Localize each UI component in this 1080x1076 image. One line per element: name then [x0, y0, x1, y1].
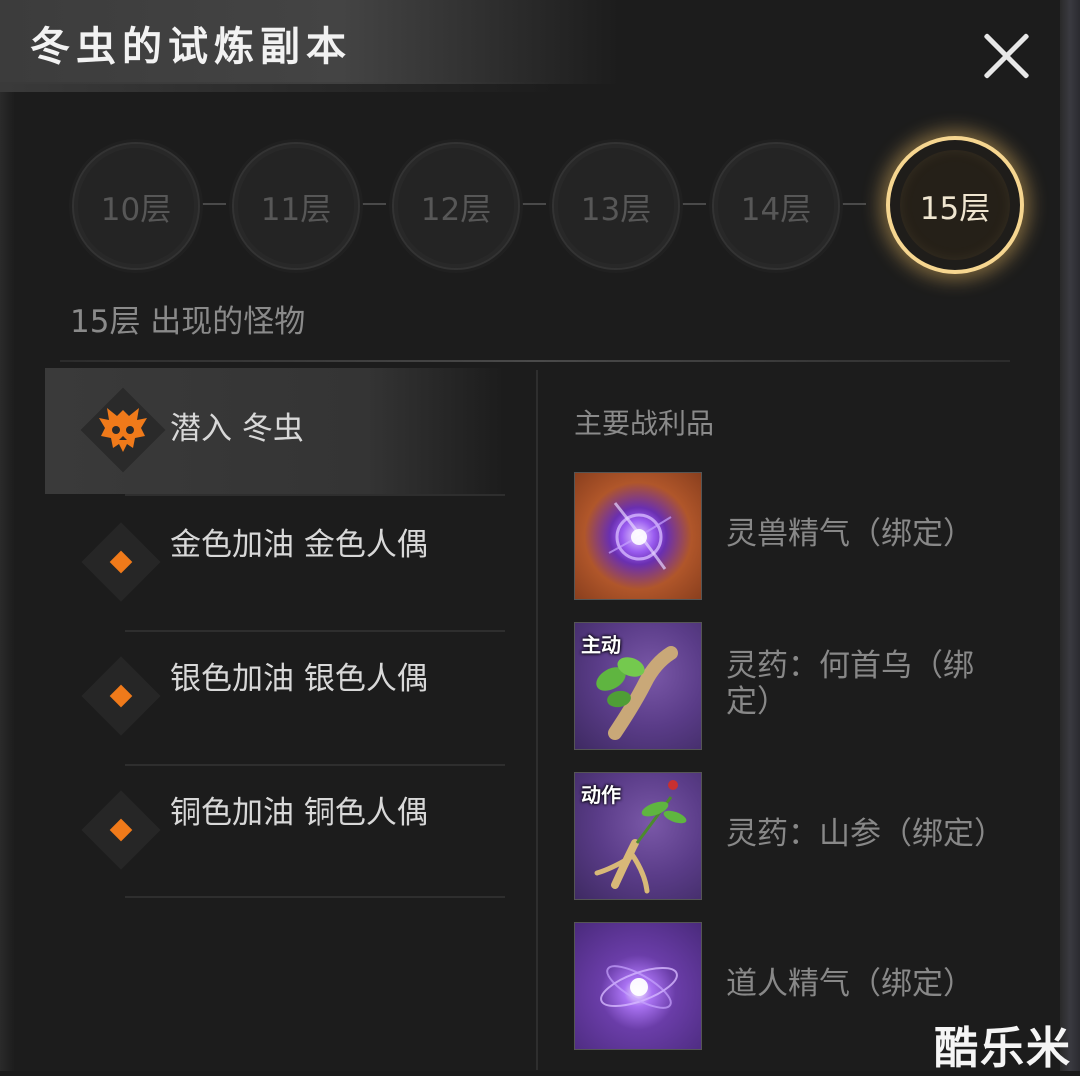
watermark-logo: 酷乐米: [934, 1023, 1072, 1074]
floor-button-12[interactable]: 12层: [392, 142, 520, 270]
monsters-header: 15层 出现的怪物: [70, 304, 306, 340]
monster-item[interactable]: 银色加油 银色人偶: [45, 630, 505, 764]
item-tag: 动作: [581, 783, 621, 807]
floor-button-14[interactable]: 14层: [712, 142, 840, 270]
loot-name: 灵药：何首乌（绑定）: [726, 648, 974, 720]
floor-connector: [516, 203, 546, 205]
floor-selector: 10层 11层 12层 13层 14层 15层: [70, 136, 1024, 274]
monster-item[interactable]: 金色加油 金色人偶: [45, 494, 505, 630]
loot-item[interactable]: 主动 灵药：何首乌（绑定）: [574, 622, 1014, 752]
monster-item-boss[interactable]: 潜入 冬虫: [45, 368, 505, 494]
heshouwu-herb-icon: 主动: [574, 622, 702, 750]
loot-name: 道人精气（绑定）: [726, 966, 974, 1002]
close-button[interactable]: [976, 26, 1036, 86]
floor-connector: [356, 203, 386, 205]
column-divider: [536, 370, 538, 1070]
spirit-beast-essence-icon: [574, 472, 702, 600]
orange-diamond-icon: [81, 656, 161, 736]
left-edge: [0, 0, 14, 1071]
monster-name: 铜色加油 铜色人偶: [170, 795, 428, 831]
divider: [125, 630, 505, 632]
floor-connector: [196, 203, 226, 205]
monster-name: 金色加油 金色人偶: [170, 527, 428, 563]
demon-skull-icon: [80, 387, 166, 473]
loot-item[interactable]: 动作 灵药：山参（绑定）: [574, 772, 1014, 902]
monster-name: 银色加油 银色人偶: [170, 661, 428, 697]
item-tag: 主动: [581, 633, 621, 657]
floor-connector: [836, 203, 866, 205]
floor-button-11[interactable]: 11层: [232, 142, 360, 270]
monster-name: 潜入 冬虫: [170, 411, 304, 447]
loot-name: 灵兽精气（绑定）: [726, 516, 974, 552]
loot-name: 灵药：山参（绑定）: [726, 816, 1005, 852]
loot-header: 主要战利品: [574, 407, 715, 440]
taoist-essence-icon: [574, 922, 702, 1050]
divider: [125, 494, 505, 496]
floor-button-10[interactable]: 10层: [72, 142, 200, 270]
divider: [125, 896, 505, 898]
floor-connector: [676, 203, 706, 205]
ginseng-herb-icon: 动作: [574, 772, 702, 900]
title-bar: 冬虫的试炼副本: [0, 0, 620, 92]
divider: [60, 360, 1010, 362]
floor-button-15[interactable]: 15层: [886, 136, 1024, 274]
floor-button-13[interactable]: 13层: [552, 142, 680, 270]
background-scenery: [1060, 0, 1080, 1071]
window-title: 冬虫的试炼副本: [30, 23, 352, 70]
orange-diamond-icon: [81, 522, 161, 602]
loot-item[interactable]: 灵兽精气（绑定）: [574, 472, 1014, 602]
monster-item[interactable]: 铜色加油 铜色人偶: [45, 764, 505, 898]
orange-diamond-icon: [81, 790, 161, 870]
divider: [125, 764, 505, 766]
